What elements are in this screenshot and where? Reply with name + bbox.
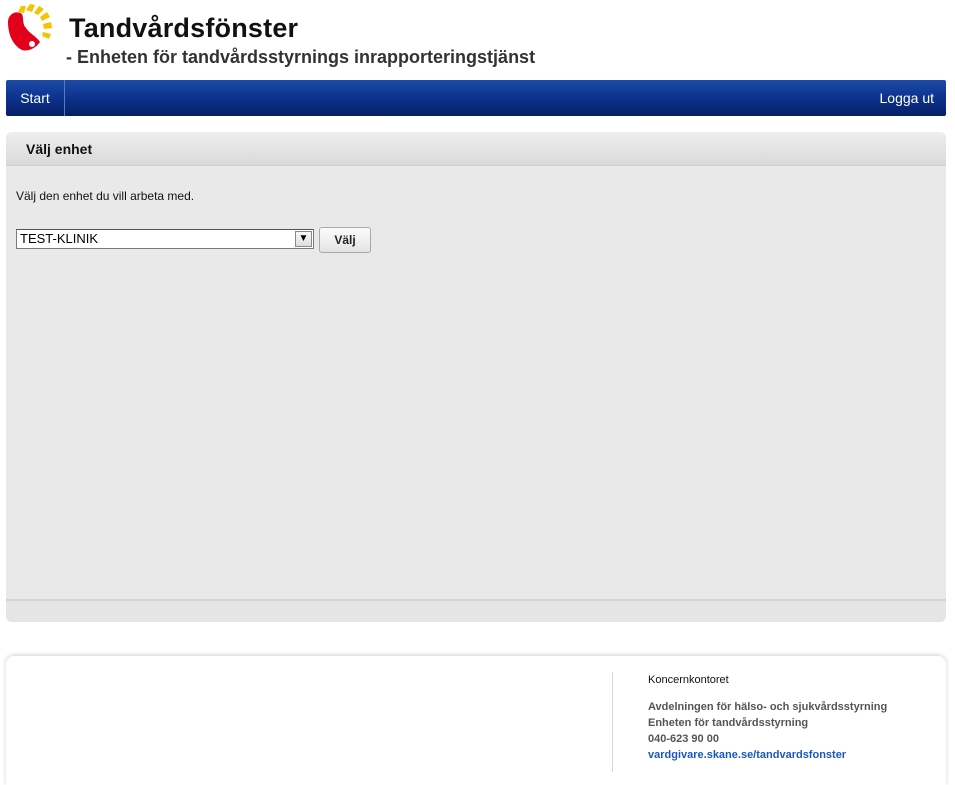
footer-org-name: Koncernkontoret: [648, 674, 729, 686]
top-nav-bar: Start Logga ut: [6, 80, 946, 116]
app-title: Tandvårdsfönster: [69, 13, 299, 43]
footer-phone: 040-623 90 00: [648, 733, 719, 745]
chevron-down-icon[interactable]: ▼: [295, 231, 312, 247]
app-subtitle: - Enheten för tandvårdsstyrnings inrappo…: [66, 47, 536, 67]
instruction-text: Välj den enhet du vill arbeta med.: [16, 189, 195, 203]
unit-select-value: TEST-KLINIK: [20, 231, 99, 246]
footer-contact-info: Koncernkontoret Avdelningen för hälso- o…: [648, 674, 887, 763]
unit-select[interactable]: TEST-KLINIK ▼: [16, 229, 314, 249]
region-skane-logo-icon: [6, 4, 56, 54]
panel-footer-bar: [6, 599, 946, 622]
footer-unit: Enheten för tandvårdsstyrning: [648, 717, 809, 729]
select-unit-panel: Välj enhet Välj den enhet du vill arbeta…: [6, 132, 946, 622]
footer-divider: [612, 672, 613, 772]
nav-start-link[interactable]: Start: [6, 80, 65, 116]
choose-unit-button[interactable]: Välj: [319, 227, 371, 253]
page-footer: Koncernkontoret Avdelningen för hälso- o…: [6, 656, 946, 785]
footer-website-link[interactable]: vardgivare.skane.se/tandvardsfonster: [648, 747, 887, 763]
logout-link[interactable]: Logga ut: [880, 80, 935, 116]
footer-department: Avdelningen för hälso- och sjukvårdsstyr…: [648, 701, 888, 713]
panel-heading: Välj enhet: [6, 132, 946, 166]
